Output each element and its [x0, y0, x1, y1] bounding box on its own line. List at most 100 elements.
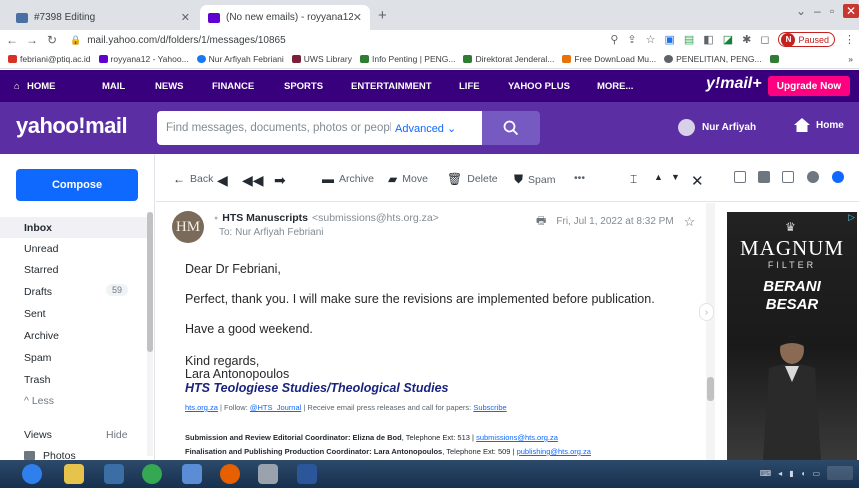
close-window-icon[interactable]: ✕ [843, 4, 859, 18]
move-button[interactable]: ▰ Move [388, 172, 428, 186]
delete-button[interactable]: 🗑 Delete [447, 172, 498, 186]
help-icon[interactable] [807, 171, 819, 183]
contacts-icon[interactable] [734, 171, 746, 183]
bookmark-star-icon[interactable]: ☆ [646, 33, 656, 46]
advanced-search-button[interactable]: Advanced ⌄ [395, 122, 456, 135]
browser-tab-yahoo[interactable]: (No new emails) - royyana12@y... ✕ [200, 5, 370, 30]
sidebar-item-drafts[interactable]: Drafts 59 [0, 281, 148, 302]
tab-search-icon[interactable]: ⌄ [796, 4, 806, 18]
nav-home[interactable]: HOME [27, 81, 56, 92]
nav-entertainment[interactable]: ENTERTAINMENT [351, 81, 432, 92]
ad-info-icon[interactable]: ▷ [848, 212, 855, 223]
print-icon[interactable]: 🖶 [536, 212, 546, 231]
bookmark-item[interactable] [769, 55, 779, 63]
compose-button[interactable]: Compose [16, 169, 138, 201]
settings-gear-icon[interactable] [832, 171, 844, 183]
extension-icon[interactable]: ◧ [703, 33, 713, 46]
network-icon[interactable]: ▮ [789, 469, 793, 478]
desktop-icon[interactable] [104, 464, 124, 484]
nav-mail[interactable]: MAIL [102, 81, 125, 92]
bookmark-item[interactable]: Info Penting | PENG... [359, 54, 455, 64]
close-message-icon[interactable]: ✕ [691, 172, 704, 190]
sidepanel-icon[interactable]: ◻ [760, 33, 769, 46]
profile-paused-button[interactable]: N Paused [778, 32, 835, 47]
coordinator-email-link[interactable]: submissions@hts.org.za [476, 433, 558, 442]
reload-icon[interactable]: ↻ [44, 33, 60, 47]
previous-message-icon[interactable]: ▲ [654, 172, 663, 182]
nav-life[interactable]: LIFE [459, 81, 480, 92]
tab-close-icon[interactable]: ✕ [353, 11, 362, 24]
keyboard-icon[interactable]: ⌨ [760, 469, 772, 478]
nav-home-icon[interactable]: ⌂ [14, 81, 20, 92]
reply-all-button[interactable]: ◀◀ [242, 172, 264, 189]
search-button[interactable] [482, 111, 540, 145]
next-chevron-icon[interactable]: › [699, 303, 714, 321]
sidebar-item-trash[interactable]: Trash [0, 369, 148, 390]
sidebar-item-inbox[interactable]: Inbox [0, 217, 148, 238]
twitter-link[interactable]: @HTS_Journal [250, 403, 301, 412]
home-link[interactable]: Home [794, 118, 844, 132]
yahoo-mail-logo[interactable]: yahoo!mail [16, 113, 128, 139]
url-field[interactable]: 🔒 mail.yahoo.com/d/folders/1/messages/10… [70, 30, 590, 50]
chrome-icon[interactable] [142, 464, 162, 484]
bookmark-item[interactable]: PENELITIAN, PENG... [664, 54, 762, 64]
coordinator-email-link[interactable]: publishing@hts.org.za [517, 447, 591, 456]
browser-tab-editing[interactable]: #7398 Editing ✕ [8, 5, 198, 30]
upgrade-now-button[interactable]: Upgrade Now [768, 76, 850, 96]
sidebar-scrollbar[interactable] [147, 212, 153, 456]
battery-icon[interactable]: ▭ [812, 469, 820, 478]
nav-sports[interactable]: SPORTS [284, 81, 323, 92]
expand-icon[interactable]: ⌶ [630, 172, 637, 187]
back-arrow-icon[interactable]: ← [4, 33, 20, 47]
clock[interactable] [827, 466, 853, 480]
spam-button[interactable]: ⛊ Spam [514, 172, 555, 187]
sidebar-item-archive[interactable]: Archive [0, 325, 148, 346]
minimize-icon[interactable]: – [814, 4, 821, 18]
puzzle-icon[interactable]: ✱ [742, 33, 751, 46]
archive-button[interactable]: ▬ Archive [322, 172, 374, 186]
ie-icon[interactable] [22, 464, 42, 484]
more-actions-button[interactable]: ••• [574, 172, 585, 184]
nav-finance[interactable]: FINANCE [212, 81, 254, 92]
sender-email[interactable]: <submissions@hts.org.za> [312, 212, 439, 224]
reply-button[interactable]: ◀ [217, 172, 228, 189]
extension-icon[interactable]: ▣ [664, 33, 674, 46]
maximize-icon[interactable]: ▫ [830, 4, 834, 18]
app-icon[interactable] [182, 464, 202, 484]
share-icon[interactable]: ⇪ [627, 33, 636, 46]
next-message-icon[interactable]: ▼ [671, 172, 680, 182]
app-icon[interactable] [258, 464, 278, 484]
subscribe-link[interactable]: Subscribe [473, 403, 506, 412]
nav-news[interactable]: NEWS [155, 81, 184, 92]
account-menu[interactable]: Nur Arfiyah [678, 119, 756, 136]
yahoo-mail-plus-logo[interactable]: y!mail+ [706, 75, 762, 93]
hide-views-button[interactable]: Hide [106, 429, 128, 441]
bookmark-item[interactable]: royyana12 - Yahoo... [98, 54, 189, 64]
new-tab-icon[interactable]: + [378, 7, 387, 24]
tray-arrow-icon[interactable]: ◂ [778, 469, 782, 478]
sidebar-item-starred[interactable]: Starred [0, 259, 148, 280]
extension-icon[interactable]: ▤ [684, 33, 694, 46]
sidebar-item-sent[interactable]: Sent [0, 303, 148, 324]
sidebar-scrollbar-thumb[interactable] [147, 212, 153, 352]
sidebar-item-less[interactable]: ^ Less [0, 390, 148, 411]
sender-name[interactable]: HTS Manuscripts [222, 212, 308, 224]
star-icon[interactable]: ☆ [684, 214, 696, 230]
volume-icon[interactable]: ◖ [801, 469, 806, 478]
bookmark-item[interactable]: Direktorat Jenderal... [463, 54, 554, 64]
ad-banner[interactable]: ▷ ♛ MAGNUM FILTER BERANI BESAR [727, 212, 857, 460]
journal-site-link[interactable]: hts.org.za [185, 403, 218, 412]
back-button[interactable]: ← Back [173, 172, 213, 186]
sidebar-item-unread[interactable]: Unread [0, 238, 148, 259]
sidebar-item-spam[interactable]: Spam [0, 347, 148, 368]
bookmark-item[interactable]: febriani@ptiq.ac.id [8, 54, 91, 64]
notepad-icon[interactable] [782, 171, 794, 183]
word-icon[interactable] [297, 464, 317, 484]
bookmarks-overflow-icon[interactable]: » [848, 54, 853, 64]
zoom-icon[interactable]: ⚲ [610, 33, 618, 46]
nav-yahoo-plus[interactable]: YAHOO PLUS [508, 81, 570, 92]
calendar-icon[interactable] [758, 171, 770, 183]
forward-button[interactable]: ➡ [274, 172, 286, 189]
message-scrollbar-thumb[interactable] [707, 377, 714, 401]
file-explorer-icon[interactable] [64, 464, 84, 484]
